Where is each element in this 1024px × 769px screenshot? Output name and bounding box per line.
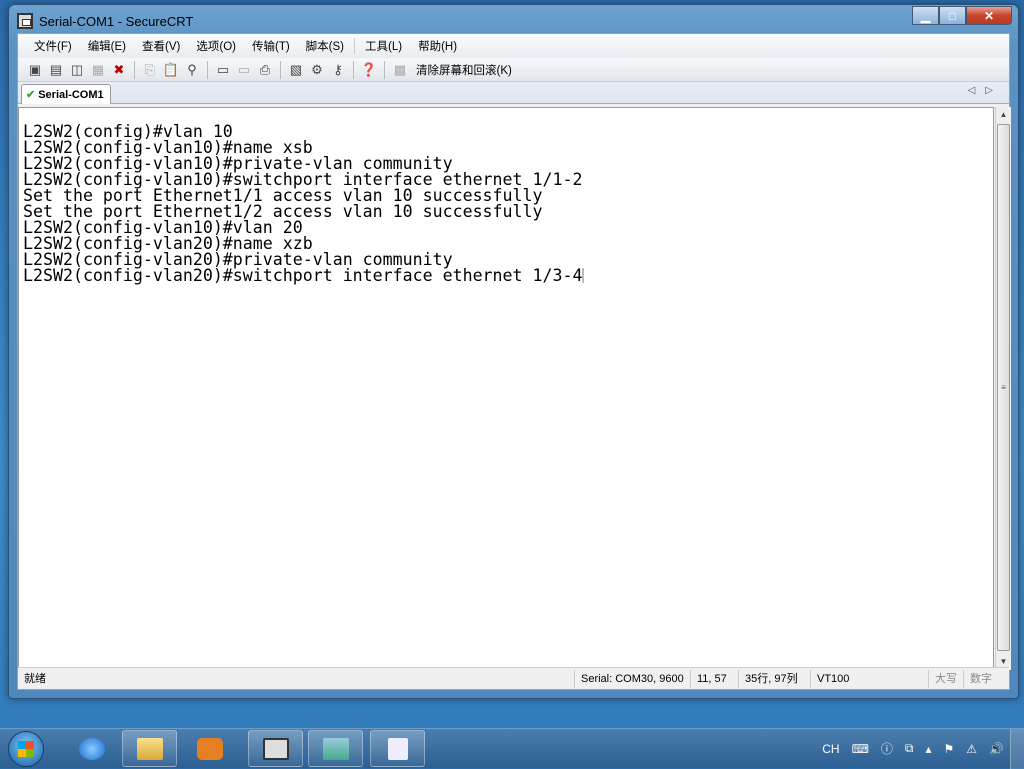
securecrt-window: Serial-COM1 - SecureCRT ▁ □ ✕ 文件(F) 编辑(E…	[8, 4, 1019, 699]
tab-scroll-arrows[interactable]: ◁▷	[968, 85, 1003, 96]
toolbar-separator	[280, 60, 281, 79]
connect-icon[interactable]: ▣	[26, 61, 44, 79]
scroll-up-arrow[interactable]: ▲	[996, 107, 1011, 123]
status-size: 35行, 97列	[738, 669, 810, 688]
connected-check-icon: ✔	[26, 89, 36, 101]
status-cursor-pos: 11, 57	[690, 669, 738, 688]
copy-icon[interactable]: ⎘	[141, 61, 159, 79]
app-icon	[17, 13, 33, 29]
tab-label: Serial-COM1	[38, 88, 104, 101]
show-hidden-icons[interactable]: ▴	[925, 742, 931, 756]
menu-view[interactable]: 查看(V)	[134, 38, 188, 54]
image-viewer-icon[interactable]	[308, 730, 363, 767]
scroll-thumb[interactable]: ≡	[997, 124, 1010, 651]
print-selection-icon[interactable]: ▭	[235, 61, 253, 79]
print-icon[interactable]: ⎙	[256, 61, 274, 79]
language-indicator[interactable]: CH	[822, 742, 839, 756]
keyboard-icon[interactable]: ⌨	[852, 742, 869, 756]
taskbar: CH ⌨ ⓘ ⧉ ▴ ⚑ ⚠ 🔊	[0, 728, 1024, 769]
keymap-icon[interactable]: ⚷	[329, 61, 347, 79]
close-button[interactable]: ✕	[966, 6, 1012, 25]
windows-switch-icon[interactable]: ⧉	[905, 741, 914, 756]
help-icon[interactable]: ❓	[360, 61, 378, 79]
tab-serial-com1[interactable]: ✔ Serial-COM1	[21, 84, 111, 104]
menu-separator	[354, 38, 356, 54]
find-icon[interactable]: ⚲	[183, 61, 201, 79]
menu-file[interactable]: 文件(F)	[26, 38, 80, 54]
explorer-icon[interactable]	[122, 730, 177, 767]
system-tray: CH ⌨ ⓘ ⧉ ▴ ⚑ ⚠ 🔊	[822, 740, 1004, 757]
toolbar-separator	[134, 60, 135, 79]
paste-icon[interactable]: 📋	[162, 61, 180, 79]
connect-tab-icon[interactable]: ◫	[68, 61, 86, 79]
disconnect-icon[interactable]: ✖	[110, 61, 128, 79]
toolbar-separator	[384, 60, 385, 79]
menu-transfer[interactable]: 传输(T)	[244, 38, 298, 54]
start-button[interactable]	[8, 731, 44, 767]
clear-screen-icon[interactable]: ▩	[391, 61, 409, 79]
status-caps: 大写	[928, 669, 963, 688]
status-bar: 就绪 Serial: COM30, 9600 11, 57 35行, 97列 V…	[18, 667, 1009, 689]
window-title: Serial-COM1 - SecureCRT	[39, 13, 194, 29]
title-bar: Serial-COM1 - SecureCRT	[17, 11, 193, 31]
print-screen-icon[interactable]: ▭	[214, 61, 232, 79]
help-tray-icon[interactable]: ⓘ	[881, 740, 893, 757]
volume-icon[interactable]: 🔊	[989, 742, 1004, 756]
menu-edit[interactable]: 编辑(E)	[80, 38, 134, 54]
network-warning-icon[interactable]: ⚠	[966, 742, 977, 756]
vertical-scrollbar[interactable]: ▲ ≡ ▼	[995, 107, 1011, 670]
tab-bar: ✔ Serial-COM1 ◁▷	[18, 82, 1009, 104]
menu-options[interactable]: 选项(O)	[188, 38, 244, 54]
toolbar: ▣ ▤ ◫ ▦ ✖ ⎘ 📋 ⚲ ▭ ▭ ⎙ ▧ ⚙ ⚷ ❓ ▩ 清除屏幕和回滚(…	[18, 58, 1009, 82]
menu-bar: 文件(F) 编辑(E) 查看(V) 选项(O) 传输(T) 脚本(S) 工具(L…	[18, 34, 1009, 58]
text-cursor	[582, 268, 585, 283]
terminal-line: L2SW2(config-vlan20)#switchport interfac…	[23, 266, 583, 285]
menu-script[interactable]: 脚本(S)	[298, 38, 352, 54]
action-center-flag-icon[interactable]: ⚑	[944, 742, 955, 756]
session-options-icon[interactable]: ▧	[287, 61, 305, 79]
maximize-button[interactable]: □	[939, 6, 966, 25]
menu-help[interactable]: 帮助(H)	[410, 38, 465, 54]
global-options-icon[interactable]: ⚙	[308, 61, 326, 79]
quick-connect-icon[interactable]: ▤	[47, 61, 65, 79]
media-player-icon[interactable]	[182, 730, 237, 767]
show-desktop-button[interactable]	[1010, 729, 1024, 769]
status-ready: 就绪	[24, 672, 46, 685]
minimize-button[interactable]: ▁	[912, 6, 939, 25]
reconnect-icon[interactable]: ▦	[89, 61, 107, 79]
menu-tools[interactable]: 工具(L)	[357, 38, 410, 54]
status-num: 数字	[963, 669, 998, 688]
document-icon[interactable]	[370, 730, 425, 767]
status-emulation: VT100	[810, 669, 928, 688]
securecrt-taskbar-icon[interactable]	[248, 730, 303, 767]
status-serial: Serial: COM30, 9600	[574, 669, 690, 688]
terminal-area[interactable]: L2SW2(config)#vlan 10 L2SW2(config-vlan1…	[18, 107, 994, 670]
clear-screen-button[interactable]: 清除屏幕和回滚(K)	[416, 62, 512, 78]
toolbar-separator	[353, 60, 354, 79]
toolbar-separator	[207, 60, 208, 79]
ie-icon[interactable]	[64, 730, 119, 767]
